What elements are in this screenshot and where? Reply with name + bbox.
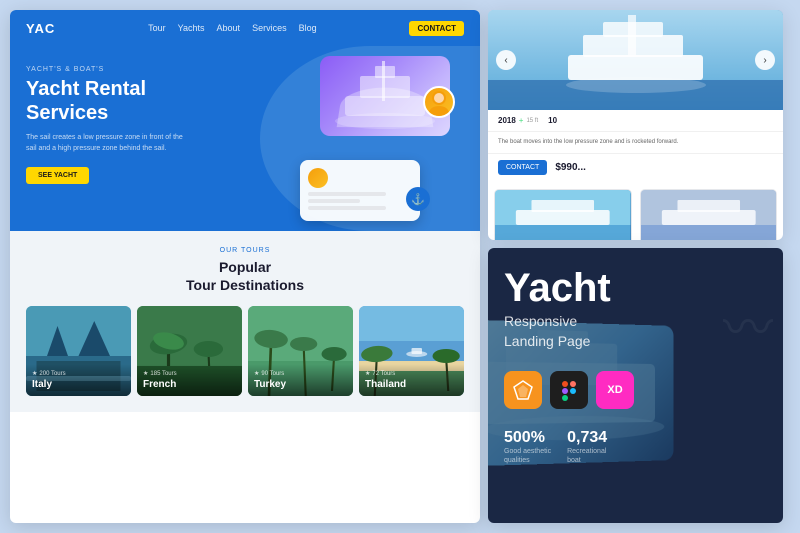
nav-arrow-right[interactable]: ›: [755, 50, 775, 70]
ui-card-line: [308, 199, 360, 203]
destination-french[interactable]: ★ 185 Tours French: [137, 306, 242, 396]
nav-link-yachts[interactable]: Yachts: [178, 23, 205, 33]
nav-link-services[interactable]: Services: [252, 23, 287, 33]
nav-link-blog[interactable]: Blog: [299, 23, 317, 33]
branding-stat-label-0: Good aestheticqualities: [504, 447, 551, 465]
hero-description: The sail creates a low pressure zone in …: [26, 133, 186, 154]
branding-panel: Yacht Responsive Landing Page: [488, 248, 783, 523]
yacht-card-image: [641, 190, 777, 240]
yacht-hero-bg: [488, 10, 783, 110]
website-preview: YAC Tour Yachts About Services Blog CONT…: [10, 10, 480, 523]
contact-button[interactable]: CONTACT: [498, 160, 547, 175]
yacht-card-image: [495, 190, 631, 240]
sketch-icon: [504, 371, 542, 409]
branding-background: Yacht Responsive Landing Page: [488, 248, 783, 523]
stat-change: +: [519, 116, 524, 125]
branding-stat-value-1: 0,734: [567, 429, 607, 447]
yacht-price: $990...: [555, 162, 586, 173]
navbar: YAC Tour Yachts About Services Blog CONT…: [10, 10, 480, 46]
xd-icon: XD: [596, 371, 634, 409]
dest-overlay: ★ 72 Tours Thailand: [359, 364, 464, 396]
nav-links: Tour Yachts About Services Blog: [71, 23, 393, 33]
hero-section: YACHT'S & BOAT'S Yacht RentalServices Th…: [10, 46, 480, 231]
dest-tours-count: ★ 185 Tours: [143, 370, 236, 377]
ui-card-line: [308, 192, 386, 196]
yacht-bottom-bar: CONTACT $990...: [488, 153, 783, 181]
dest-name-italy: Italy: [32, 379, 125, 390]
branding-subtitle: Responsive Landing Page: [504, 312, 767, 351]
destination-turkey[interactable]: ★ 90 Tours Turkey: [248, 306, 353, 396]
stat-year: 2018 + 15 ft: [498, 116, 538, 125]
branding-title: Yacht: [504, 268, 767, 308]
destination-thailand[interactable]: ★ 72 Tours Thailand: [359, 306, 464, 396]
yacht-card-lahore[interactable]: Lahore 📅 416 Year 📏 11 ft 🛏 8 Berths $92…: [640, 189, 778, 240]
branding-content: Yacht Responsive Landing Page: [488, 248, 783, 485]
branding-stats-row: 500% Good aestheticqualities 0,734 Recre…: [504, 429, 767, 465]
tour-section: OUR TOURS PopularTour Destinations: [10, 231, 480, 412]
hero-avatar: [423, 86, 455, 118]
destination-italy[interactable]: ★ 200 Tours Italy: [26, 306, 131, 396]
branding-stat-0: 500% Good aestheticqualities: [504, 429, 551, 465]
yacht-stats: 2018 + 15 ft 10: [488, 110, 783, 132]
destinations-grid: ★ 200 Tours Italy: [26, 306, 464, 396]
ui-card-line: [308, 206, 386, 210]
nav-contact-button[interactable]: CONTACT: [409, 21, 464, 36]
ui-card-lines: [308, 192, 412, 210]
stat-berths-value: 10: [548, 116, 557, 125]
hero-cta-button[interactable]: SEE YACHT: [26, 167, 89, 184]
dest-tours-count: ★ 72 Tours: [365, 370, 458, 377]
dest-tours-count: ★ 200 Tours: [32, 370, 125, 377]
stat-ft: 15 ft: [526, 118, 538, 124]
yacht-detail-image: ‹ ›: [488, 10, 783, 110]
nav-logo: YAC: [26, 21, 55, 36]
ui-card-avatar: [308, 168, 328, 188]
branding-stat-1: 0,734 Recreationalboat: [567, 429, 607, 465]
stat-year-value: 2018: [498, 116, 516, 125]
yacht-cards-row: Eisnmod 📅 357 Year 📏 23 ft 🛏 6 Berths $1…: [488, 189, 783, 240]
branding-icons-row: XD: [504, 371, 767, 409]
tour-title: PopularTour Destinations: [26, 258, 464, 294]
dest-overlay: ★ 90 Tours Turkey: [248, 364, 353, 396]
yacht-card-eisnmod[interactable]: Eisnmod 📅 357 Year 📏 23 ft 🛏 6 Berths $1…: [494, 189, 632, 240]
dest-name-thailand: Thailand: [365, 379, 458, 390]
yacht-description: The boat moves into the low pressure zon…: [488, 132, 783, 153]
nav-link-about[interactable]: About: [217, 23, 241, 33]
page-wrapper: YAC Tour Yachts About Services Blog CONT…: [0, 0, 800, 533]
nav-arrow-left[interactable]: ‹: [496, 50, 516, 70]
dest-name-french: French: [143, 379, 236, 390]
tour-label: OUR TOURS: [26, 247, 464, 254]
stat-berths: 10: [548, 116, 560, 125]
dest-overlay: ★ 200 Tours Italy: [26, 364, 131, 396]
dest-name-turkey: Turkey: [254, 379, 347, 390]
figma-icon: [550, 371, 588, 409]
dest-tours-count: ★ 90 Tours: [254, 370, 347, 377]
anchor-icon: ⚓: [406, 187, 430, 211]
yacht-detail-panel: ‹ › 2018 + 15 ft 10 The boat moves into …: [488, 10, 783, 240]
branding-stat-label-1: Recreationalboat: [567, 447, 607, 465]
hero-card-mockup: ⚓: [300, 56, 460, 221]
nav-link-tour[interactable]: Tour: [148, 23, 166, 33]
branding-stat-value-0: 500%: [504, 429, 551, 447]
hero-ui-card: [300, 160, 420, 221]
dest-overlay: ★ 185 Tours French: [137, 364, 242, 396]
